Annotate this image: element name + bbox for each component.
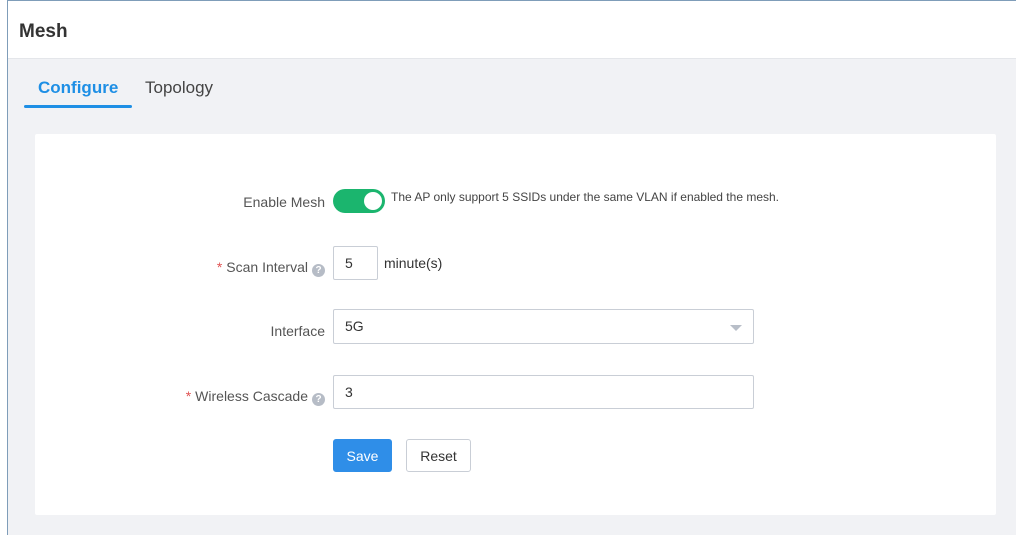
wireless-cascade-input[interactable]	[333, 375, 754, 409]
mesh-note: The AP only support 5 SSIDs under the sa…	[391, 190, 780, 204]
question-circle-icon[interactable]: ?	[312, 393, 325, 406]
tab-bar: Configure Topology	[8, 60, 1016, 122]
scan-interval-input[interactable]	[333, 246, 378, 280]
enable-mesh-label: Enable Mesh	[35, 194, 325, 210]
wireless-cascade-label: * Wireless Cascade?	[35, 388, 325, 406]
reset-button[interactable]: Reset	[406, 439, 471, 472]
page-title: Mesh	[19, 21, 68, 42]
save-button[interactable]: Save	[333, 439, 392, 472]
tab-topology[interactable]: Topology	[145, 78, 213, 98]
interface-label: Interface	[35, 323, 325, 339]
interface-label-text: Interface	[270, 323, 325, 339]
scan-interval-label-text: Scan Interval	[226, 259, 308, 275]
mesh-panel: Mesh Configure Topology Enable Mesh The …	[7, 0, 1016, 535]
scan-interval-label: * Scan Interval?	[35, 259, 325, 277]
enable-mesh-toggle[interactable]	[333, 189, 385, 213]
required-mark: *	[216, 259, 223, 275]
enable-mesh-label-text: Enable Mesh	[243, 194, 325, 210]
config-form-card: Enable Mesh The AP only support 5 SSIDs …	[35, 134, 996, 515]
interface-select[interactable]: 5G	[333, 309, 754, 344]
tab-configure[interactable]: Configure	[38, 78, 118, 98]
required-mark: *	[185, 388, 192, 404]
toggle-knob	[364, 192, 382, 210]
wireless-cascade-label-text: Wireless Cascade	[195, 388, 308, 404]
scan-interval-unit: minute(s)	[384, 255, 443, 271]
active-tab-indicator	[24, 105, 132, 108]
interface-selected-value: 5G	[345, 318, 364, 334]
page-header: Mesh	[8, 1, 1016, 59]
chevron-down-icon	[730, 325, 742, 331]
question-circle-icon[interactable]: ?	[312, 264, 325, 277]
